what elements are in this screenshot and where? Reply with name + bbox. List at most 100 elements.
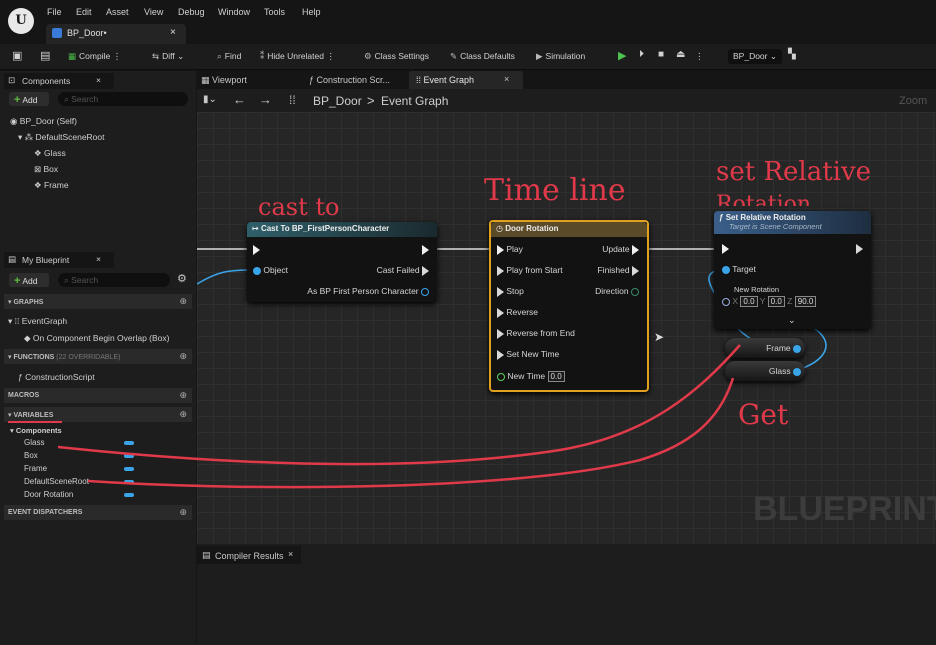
add-dispatcher-icon[interactable]: ⊕ [179, 507, 187, 518]
play-pin[interactable]: Play [497, 244, 523, 255]
close-icon[interactable]: × [96, 254, 101, 264]
frame-output-pin[interactable]: Frame [766, 343, 801, 353]
tab-viewport[interactable]: ▦ Viewport [201, 75, 247, 86]
update-pin[interactable]: Update [602, 244, 639, 255]
target-pin[interactable]: Target [722, 264, 756, 274]
debug-browse-icon[interactable]: ▚ [788, 49, 796, 60]
play-icon[interactable]: ▶ [618, 49, 626, 62]
add-component-button[interactable]: + Add [9, 92, 49, 106]
get-glass-node[interactable]: Glass [725, 361, 805, 381]
add-variable-icon[interactable]: ⊕ [179, 409, 187, 420]
variable-frame[interactable]: Frame [24, 464, 47, 473]
close-icon[interactable]: × [96, 75, 101, 85]
add-function-icon[interactable]: ⊕ [179, 351, 187, 362]
tree-item-glass[interactable]: ❖ Glass [34, 148, 66, 159]
browse-icon[interactable]: ▤ [40, 49, 50, 62]
as-character-pin[interactable]: As BP First Person Character [307, 286, 429, 296]
tree-item-default-scene-root[interactable]: ▾ ⁂ DefaultSceneRoot [18, 132, 105, 143]
timeline-node[interactable]: ◷ Door Rotation Play Play from Start Sto… [489, 220, 649, 392]
compiler-results-tab[interactable]: ▤ Compiler Results × [197, 546, 301, 564]
tree-item-box[interactable]: ⊠ Box [34, 164, 58, 175]
compile-button[interactable]: ▦ Compile ⋮ [68, 51, 121, 62]
exec-out-pin[interactable] [856, 243, 863, 254]
breadcrumb-blueprint[interactable]: BP_Door [313, 94, 362, 108]
construction-script-item[interactable]: ƒ ConstructionScript [18, 372, 95, 382]
class-settings-button[interactable]: ⚙ Class Settings [364, 51, 429, 62]
stop-icon[interactable]: ■ [658, 49, 664, 60]
get-frame-node[interactable]: Frame [725, 338, 805, 358]
play-options-icon[interactable]: ⋮ [695, 51, 704, 62]
eject-icon[interactable]: ⏏ [676, 49, 685, 60]
new-time-field[interactable]: 0.0 [547, 371, 565, 382]
cast-node[interactable]: ↦ Cast To BP_FirstPersonCharacter Object… [247, 222, 437, 302]
find-button[interactable]: ⌕ Find [217, 51, 241, 62]
set-new-time-pin[interactable]: Set New Time [497, 349, 559, 360]
menu-edit[interactable]: Edit [76, 7, 92, 17]
variables-section[interactable]: ▾ VARIABLES ⊕ [4, 407, 192, 422]
debug-object-select[interactable]: BP_Door ⌄ [728, 49, 782, 64]
variable-door-rotation[interactable]: Door Rotation [24, 490, 73, 499]
variable-glass[interactable]: Glass [24, 438, 44, 447]
tab-event-graph[interactable]: ⁞⁞ Event Graph × [409, 71, 523, 89]
expand-chevron-icon[interactable]: ⌄ [788, 315, 796, 326]
add-graph-icon[interactable]: ⊕ [179, 296, 187, 307]
simulation-button[interactable]: ▶ Simulation [536, 51, 585, 62]
rotation-y-field[interactable]: 0.0 [767, 296, 785, 307]
object-pin[interactable]: Object [253, 265, 288, 275]
hide-unrelated-button[interactable]: ⁑ Hide Unrelated ⋮ [260, 51, 335, 62]
stop-pin[interactable]: Stop [497, 286, 524, 297]
rotation-z-field[interactable]: 90.0 [794, 296, 817, 307]
close-icon[interactable]: × [504, 74, 509, 84]
components-category[interactable]: ▾ Components [10, 426, 62, 435]
cast-failed-pin[interactable]: Cast Failed [377, 265, 429, 276]
new-time-pin[interactable]: New Time 0.0 [497, 371, 565, 382]
bookmark-icon[interactable]: ▮⌄ [203, 94, 217, 105]
reverse-from-end-pin[interactable]: Reverse from End [497, 328, 575, 339]
menu-file[interactable]: File [47, 7, 62, 17]
menu-help[interactable]: Help [302, 7, 321, 17]
event-graph-item[interactable]: ▾ ⁞⁞ EventGraph [8, 316, 67, 327]
tree-item-frame[interactable]: ❖ Frame [34, 180, 69, 191]
graphs-section[interactable]: ▾ GRAPHS ⊕ [4, 294, 192, 309]
exec-in-pin[interactable] [253, 244, 260, 255]
overlap-event-item[interactable]: ◆ On Component Begin Overlap (Box) [24, 333, 169, 344]
components-search-input[interactable]: ⌕ Search [58, 92, 188, 106]
glass-output-pin[interactable]: Glass [769, 366, 801, 376]
set-relative-rotation-node[interactable]: ƒ Set Relative Rotation Target is Scene … [714, 211, 871, 329]
add-macro-icon[interactable]: ⊕ [179, 390, 187, 401]
diff-button[interactable]: ⇆ Diff ⌄ [152, 51, 184, 62]
macros-section[interactable]: MACROS ⊕ [4, 388, 192, 403]
blueprint-search-input[interactable]: ⌕ Search [58, 273, 170, 287]
add-member-button[interactable]: + Add [9, 273, 49, 287]
document-tab[interactable]: BP_Door• × [46, 24, 186, 44]
play-from-start-pin[interactable]: Play from Start [497, 265, 563, 276]
menu-asset[interactable]: Asset [106, 7, 129, 17]
gear-icon[interactable]: ⚙ [177, 272, 187, 285]
functions-section[interactable]: ▾ FUNCTIONS (22 OVERRIDABLE) ⊕ [4, 349, 192, 364]
exec-in-pin[interactable] [722, 243, 729, 254]
menu-view[interactable]: View [144, 7, 163, 17]
step-icon[interactable]: ⏵ [639, 49, 644, 60]
finished-pin[interactable]: Finished [597, 265, 639, 276]
direction-pin[interactable]: Direction [595, 286, 639, 296]
my-blueprint-tab[interactable]: ▤ My Blueprint × [4, 252, 114, 268]
variable-default-scene-root[interactable]: DefaultSceneRoot [24, 477, 89, 486]
close-icon[interactable]: × [288, 549, 293, 559]
close-icon[interactable]: × [170, 27, 176, 38]
reverse-pin[interactable]: Reverse [497, 307, 538, 318]
forward-arrow-icon[interactable]: → [259, 92, 272, 107]
menu-debug[interactable]: Debug [178, 7, 205, 17]
class-defaults-button[interactable]: ✎ Class Defaults [450, 51, 515, 62]
tab-construction-script[interactable]: ƒ Construction Scr... [309, 75, 390, 85]
menu-window[interactable]: Window [218, 7, 250, 17]
rotation-x-field[interactable]: 0.0 [740, 296, 758, 307]
exec-out-pin[interactable] [422, 244, 429, 255]
tree-item-self[interactable]: ◉ BP_Door (Self) [10, 116, 77, 127]
components-tab[interactable]: ⊡ Components × [4, 73, 114, 89]
breadcrumb-graph[interactable]: Event Graph [381, 94, 448, 108]
variable-box[interactable]: Box [24, 451, 38, 460]
menu-tools[interactable]: Tools [264, 7, 285, 17]
event-dispatchers-section[interactable]: EVENT DISPATCHERS ⊕ [4, 505, 192, 520]
new-rotation-pin[interactable]: X 0.0 Y 0.0 Z 90.0 [722, 296, 817, 307]
save-icon[interactable]: ▣ [12, 49, 22, 62]
